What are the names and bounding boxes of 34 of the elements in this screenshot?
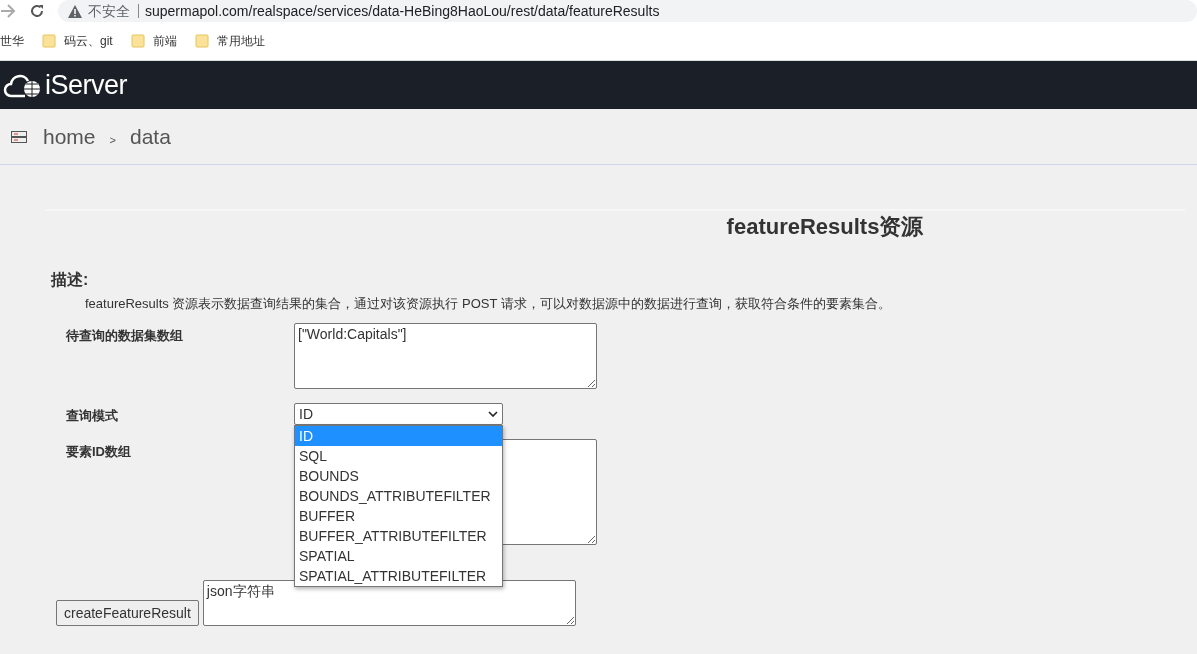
folder-icon [42, 34, 56, 48]
description-heading: 描述: [51, 270, 90, 290]
breadcrumb-link[interactable]: home [43, 124, 96, 149]
folder-icon [194, 34, 209, 48]
bookmark-item[interactable]: 前端 [152, 32, 177, 50]
bookmark-item[interactable]: 码云、git [64, 32, 113, 50]
bookmark-item[interactable]: 世华 [0, 32, 24, 50]
folder-icon [130, 34, 145, 48]
cloud-globe-icon [3, 72, 41, 98]
create-button[interactable]: createFeatureResult [56, 600, 199, 626]
reload-icon[interactable] [30, 4, 44, 18]
page-title: featureResults资源 [725, 213, 925, 241]
warning-icon[interactable] [68, 4, 82, 18]
security-label[interactable]: 不安全 [88, 4, 139, 18]
url-text: supermapol.com/realspace/services/data-HeBing8HaoLou/rest/data/featureResults [145, 3, 660, 19]
description-text: featureResults 资源表示数据查询结果的集合，通过对该资源执行 POST 请求，可以对数据源中的数据进行查询，获取符合条件的要素集合。 [85, 295, 892, 313]
chevron-icon [488, 411, 498, 417]
breadcrumb-link[interactable]: data [129, 124, 171, 149]
dropdown-option[interactable]: BUFFER_ATTRIBUTEFILTER [295, 526, 502, 546]
dropdown-option[interactable]: BOUNDS [295, 466, 502, 486]
breadcrumb-separator: > [109, 133, 116, 146]
dropdown-option[interactable]: SPATIAL [295, 546, 502, 566]
address-bar[interactable]: 不安全 supermapol.com/realspace/services/data-HeBing8HaoLou/rest/data/featureResults [58, 0, 1197, 22]
input-field[interactable]: ["World:Capitals"] [294, 323, 597, 389]
dropdown-option[interactable]: BUFFER [295, 506, 502, 526]
list-icon[interactable] [11, 130, 27, 143]
field-label: 待查询的数据集数组 [66, 327, 184, 345]
logo-text: iServer [45, 69, 128, 101]
dropdown-option[interactable]: SQL [295, 446, 502, 466]
query-mode-dropdown[interactable]: ID [294, 403, 503, 425]
dropdown-option[interactable]: BOUNDS_ATTRIBUTEFILTER [295, 486, 502, 506]
field-label: 要素ID数组 [66, 443, 132, 461]
bookmark-item[interactable]: 常用地址 [216, 32, 265, 50]
field-label: 查询模式 [66, 407, 119, 425]
